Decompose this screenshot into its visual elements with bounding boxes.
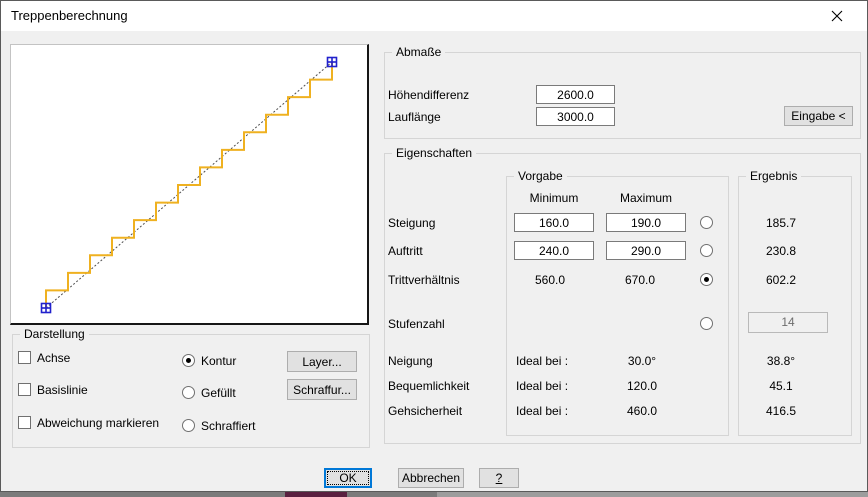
gefuellt-radio[interactable]: [182, 386, 195, 399]
title-bar: Treppenberechnung: [1, 1, 867, 31]
screen: Treppenberechnung: [0, 0, 868, 497]
abmasse-group-label: Abmaße: [392, 45, 445, 59]
hoehendifferenz-input[interactable]: [536, 85, 615, 104]
hoehendifferenz-label: Höhendifferenz: [388, 88, 469, 102]
background-accent-segment: [285, 492, 347, 497]
schraffur-button[interactable]: Schraffur...: [287, 379, 357, 400]
layer-button[interactable]: Layer...: [287, 351, 357, 372]
steigung-max-input[interactable]: [606, 213, 686, 232]
gehsicherheit-result: 416.5: [741, 404, 821, 418]
auftritt-result: 230.8: [741, 244, 821, 258]
trittverhaeltnis-label: Trittverhältnis: [388, 273, 460, 287]
ok-button[interactable]: OK: [324, 468, 372, 488]
vorgabe-group-label: Vorgabe: [514, 169, 567, 183]
bequemlichkeit-result: 45.1: [741, 379, 821, 393]
neigung-ideal-label: Ideal bei :: [516, 354, 568, 368]
stufenzahl-radio[interactable]: [700, 317, 713, 330]
bequemlichkeit-ideal-value: 120.0: [602, 379, 682, 393]
basislinie-checkbox[interactable]: [18, 383, 31, 396]
auftritt-label: Auftritt: [388, 244, 423, 258]
schraffiert-radio[interactable]: [182, 419, 195, 432]
bequemlichkeit-ideal-label: Ideal bei :: [516, 379, 568, 393]
gehsicherheit-label: Gehsicherheit: [388, 404, 462, 418]
kontur-radio[interactable]: [182, 354, 195, 367]
stair-preview-canvas: [10, 44, 369, 325]
auftritt-radio[interactable]: [700, 244, 713, 257]
maximum-column-header: Maximum: [606, 191, 686, 205]
help-button[interactable]: ?: [479, 468, 519, 488]
background-window-sliver: [0, 492, 868, 497]
dialog-title: Treppenberechnung: [11, 1, 128, 31]
achse-checkbox-label: Achse: [37, 351, 70, 365]
gehsicherheit-ideal-label: Ideal bei :: [516, 404, 568, 418]
steigung-min-input[interactable]: [514, 213, 594, 232]
stair-drawing: [11, 45, 366, 322]
treppenberechnung-dialog: Treppenberechnung: [0, 0, 868, 492]
gefuellt-radio-label: Gefüllt: [201, 386, 236, 400]
stufenzahl-result-box: 14: [748, 312, 828, 333]
steigung-radio[interactable]: [700, 216, 713, 229]
eingabe-button[interactable]: Eingabe <: [784, 106, 853, 126]
auftritt-max-input[interactable]: [606, 241, 686, 260]
ergebnis-group: [738, 176, 852, 436]
eigenschaften-group-label: Eigenschaften: [392, 146, 476, 160]
trittverhaeltnis-max-value: 670.0: [600, 273, 680, 287]
lauflaenge-input[interactable]: [536, 107, 615, 126]
neigung-label: Neigung: [388, 354, 433, 368]
neigung-result: 38.8°: [741, 354, 821, 368]
ergebnis-group-label: Ergebnis: [746, 169, 801, 183]
cancel-button[interactable]: Abbrechen: [398, 468, 464, 488]
lauflaenge-label: Lauflänge: [388, 110, 441, 124]
minimum-column-header: Minimum: [514, 191, 594, 205]
trittverhaeltnis-result: 602.2: [741, 273, 821, 287]
trittverhaeltnis-min-value: 560.0: [510, 273, 590, 287]
background-light-segment: [437, 492, 868, 497]
schraffiert-radio-label: Schraffiert: [201, 419, 255, 433]
auftritt-min-input[interactable]: [514, 241, 594, 260]
trittverhaeltnis-radio[interactable]: [700, 273, 713, 286]
abweichung-markieren-checkbox-label: Abweichung markieren: [37, 416, 159, 430]
close-icon: [831, 10, 843, 22]
kontur-radio-label: Kontur: [201, 354, 236, 368]
stufenzahl-label: Stufenzahl: [388, 317, 445, 331]
close-button[interactable]: [814, 1, 859, 30]
achse-checkbox[interactable]: [18, 351, 31, 364]
neigung-ideal-value: 30.0°: [602, 354, 682, 368]
gehsicherheit-ideal-value: 460.0: [602, 404, 682, 418]
steigung-label: Steigung: [388, 216, 435, 230]
bequemlichkeit-label: Bequemlichkeit: [388, 379, 469, 393]
abweichung-markieren-checkbox[interactable]: [18, 416, 31, 429]
basislinie-checkbox-label: Basislinie: [37, 383, 88, 397]
darstellung-group-label: Darstellung: [20, 327, 89, 341]
steigung-result: 185.7: [741, 216, 821, 230]
